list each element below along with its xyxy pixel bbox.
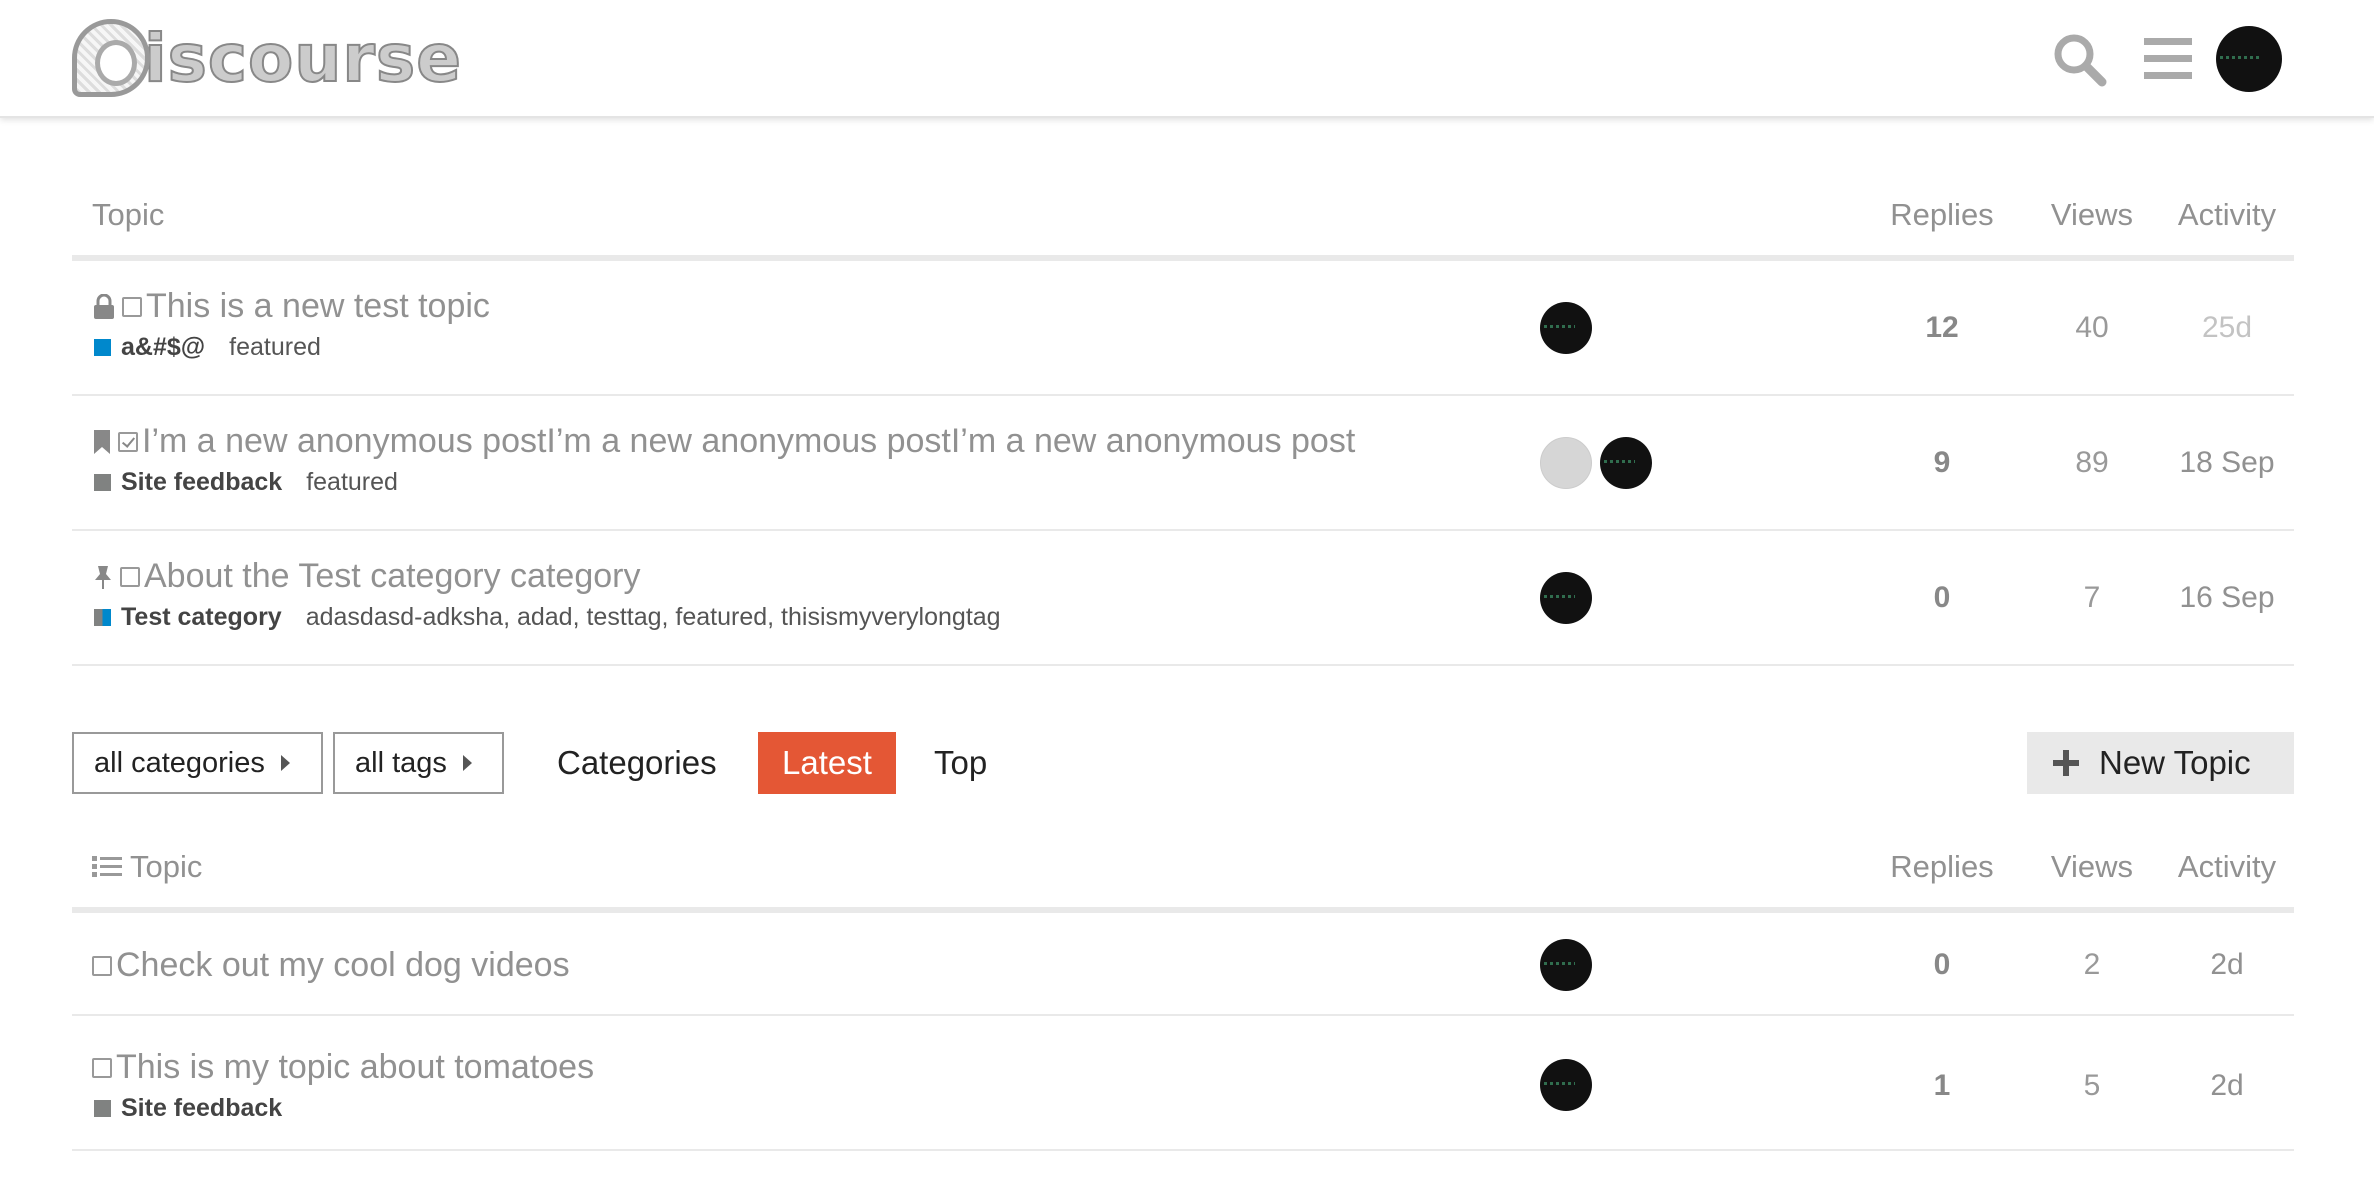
replies-count[interactable]: 0 [1867,581,2017,615]
latest-table-header: Topic Replies Views Activity [72,821,2294,913]
plus-icon [2053,750,2079,776]
current-user-avatar[interactable] [2216,26,2282,92]
topic-title-link[interactable]: This is my topic about tomatoes [116,1048,594,1087]
discourse-logo[interactable]: iscourse [72,16,462,100]
column-topic[interactable]: Topic [92,821,202,913]
posters [1540,572,1592,624]
column-views[interactable]: Views [2027,169,2157,261]
topic-meta: Test category adasdasd-adksha, adad, tes… [94,603,1001,632]
column-topic-label: Topic [130,849,203,884]
topic-title-link[interactable]: About the Test category category [144,557,640,596]
anonymous-poster-avatar[interactable] [1540,437,1592,489]
topic-meta: a&#$@ featured [94,333,321,362]
views-count: 7 [2083,581,2101,614]
category-link[interactable]: Site feedback [121,468,282,497]
column-topic[interactable]: Topic [92,169,164,261]
poster-avatar[interactable] [1540,302,1592,354]
list-icon [92,856,122,877]
topic-title-cell: This is a new test topic [92,287,490,326]
topic-title-link[interactable]: I’m a new anonymous postI’m a new anonym… [142,422,1355,461]
replies-count[interactable]: 0 [1867,948,2017,982]
topic-title-cell: I’m a new anonymous postI’m a new anonym… [92,422,1355,461]
activity-time[interactable]: 2d [2162,1069,2292,1103]
activity-time[interactable]: 18 Sep [2162,446,2292,480]
views-count: 40 [2075,311,2109,344]
poster-avatar[interactable] [1600,437,1652,489]
topic-tags[interactable]: featured [229,333,321,362]
category-dropdown[interactable]: all categories [72,732,323,794]
category-link[interactable]: a&#$@ [121,333,205,362]
caret-right-icon [462,755,472,771]
nav-top[interactable]: Top [910,732,1011,794]
posters [1540,302,1592,354]
featured-topic-list: Topic Replies Views Activity This is a n… [72,169,2294,666]
new-topic-button[interactable]: New Topic [2027,732,2294,794]
topic-title-link[interactable]: Check out my cool dog videos [116,946,570,985]
unread-checkbox-icon [92,1057,112,1078]
category-color-badge [94,1100,111,1117]
column-replies[interactable]: Replies [1867,169,2017,261]
caret-right-icon [280,755,290,771]
category-color-badge [94,339,111,356]
column-replies[interactable]: Replies [1867,821,2017,913]
replies-count[interactable]: 9 [1867,446,2017,480]
activity-time[interactable]: 16 Sep [2162,581,2292,615]
latest-topic-list: Topic Replies Views Activity Check out m… [72,821,2294,1151]
featured-table-header: Topic Replies Views Activity [72,169,2294,261]
tag-dropdown[interactable]: all tags [333,732,504,794]
views-count: 5 [2083,1069,2101,1102]
column-views[interactable]: Views [2027,821,2157,913]
category-link[interactable]: Test category [121,603,282,632]
topic-row[interactable]: This is my topic about tomatoes Site fee… [72,1016,2294,1151]
topic-title-link[interactable]: This is a new test topic [146,287,490,326]
activity-time[interactable]: 2d [2162,948,2292,982]
activity-time[interactable]: 25d [2162,311,2292,345]
unread-checkbox-icon [92,955,112,976]
bookmark-icon [94,429,110,454]
topic-title-cell: Check out my cool dog videos [92,946,570,985]
views-count: 2 [2083,948,2101,981]
topic-tags[interactable]: adasdasd-adksha, adad, testtag, featured… [306,603,1001,632]
posters [1540,939,1592,991]
logo-bubble-icon [72,19,150,97]
list-navigation: all categories all tags Categories Lates… [72,732,2294,794]
site-header: iscourse [0,0,2374,118]
category-link[interactable]: Site feedback [121,1094,282,1123]
logo-text: iscourse [143,19,462,98]
topic-title-cell: This is my topic about tomatoes [92,1048,594,1087]
category-color-badge [94,474,111,491]
hamburger-menu-icon[interactable] [2140,30,2198,88]
poster-avatar[interactable] [1540,572,1592,624]
search-icon[interactable] [2050,30,2108,88]
views-count: 89 [2075,446,2109,479]
replies-count[interactable]: 1 [1867,1069,2017,1103]
poster-avatar[interactable] [1540,1059,1592,1111]
unread-checkbox-icon [120,566,140,587]
nav-latest[interactable]: Latest [758,732,896,794]
category-dropdown-label: all categories [94,746,265,779]
topic-title-cell: About the Test category category [92,557,640,596]
topic-row[interactable]: Check out my cool dog videos 0 2 2d [72,913,2294,1016]
category-color-badge [94,609,111,626]
checked-checkbox-icon [118,431,138,452]
column-activity[interactable]: Activity [2162,821,2292,913]
topic-row[interactable]: About the Test category category Test ca… [72,531,2294,666]
posters [1540,1059,1592,1111]
tag-dropdown-label: all tags [355,746,447,779]
poster-avatar[interactable] [1540,939,1592,991]
new-topic-label: New Topic [2099,744,2251,781]
topic-meta: Site feedback featured [94,468,398,497]
topic-meta: Site feedback [94,1094,306,1123]
unread-checkbox-icon [122,296,142,317]
nav-categories[interactable]: Categories [533,732,741,794]
topic-row[interactable]: This is a new test topic a&#$@ featured … [72,261,2294,396]
column-activity[interactable]: Activity [2162,169,2292,261]
topic-row[interactable]: I’m a new anonymous postI’m a new anonym… [72,396,2294,531]
replies-count[interactable]: 12 [1867,311,2017,345]
thumbtack-icon [95,565,111,589]
topic-tags[interactable]: featured [306,468,398,497]
posters [1540,437,1652,489]
lock-icon [94,293,114,319]
